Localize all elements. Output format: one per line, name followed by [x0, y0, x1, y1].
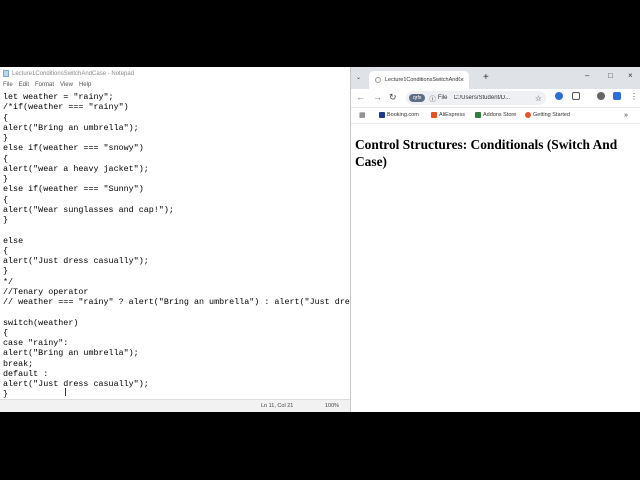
cursor-position: Ln 11, Col 21	[261, 403, 294, 409]
more-bookmarks-chevron-icon[interactable]: »	[624, 112, 628, 119]
code-line: */	[3, 276, 14, 287]
code-line: }	[3, 389, 9, 399]
code-line: break;	[3, 358, 34, 369]
code-line: alert("Just dress casually");	[3, 379, 149, 389]
bookmark-getting-started[interactable]: Getting Started	[525, 112, 570, 118]
notepad-titlebar[interactable]: Lecture1ConditionsSwitchAndCase - Notepa…	[0, 67, 350, 80]
close-window-icon[interactable]: ×	[628, 71, 633, 80]
code-line: }	[3, 133, 9, 143]
browser-window: ⌄ Lecture1ConditionsSwitchAndCase × + – …	[351, 67, 640, 412]
booking-icon	[379, 112, 385, 118]
notepad-title: Lecture1ConditionsSwitchAndCase - Notepa…	[12, 70, 135, 77]
extension-shield-icon[interactable]	[555, 92, 563, 100]
code-line: case "rainy":	[3, 338, 69, 348]
code-line: else if(weather === "snowy")	[3, 143, 144, 154]
menu-file[interactable]: File	[3, 82, 13, 88]
addons-store-icon	[475, 112, 481, 118]
code-line: // weather === "rainy" ? alert("Bring an…	[3, 297, 350, 307]
code-line: }	[3, 174, 9, 184]
tab-title: Lecture1ConditionsSwitchAndCase	[385, 77, 460, 83]
notepad-app-icon	[3, 70, 9, 77]
bookmark-booking[interactable]: Booking.com	[379, 112, 419, 118]
code-line: alert("Wear sunglasses and cap!");	[3, 204, 174, 215]
code-line: alert("Just dress casually");	[3, 256, 149, 266]
aliexpress-icon	[431, 112, 437, 118]
browser-page-content: Control Structures: Conditionals (Switch…	[351, 124, 640, 170]
extensions-puzzle-icon[interactable]	[572, 92, 580, 100]
menu-help[interactable]: Help	[79, 82, 91, 88]
bookmark-label: Getting Started	[533, 112, 570, 118]
tab-list-chevron-icon[interactable]: ⌄	[356, 74, 361, 81]
menu-kebab-icon[interactable]: ⋮	[630, 92, 638, 101]
notepad-editor[interactable]: let weather = "rainy"; /*if(weather === …	[0, 92, 350, 399]
bookmark-label: Booking.com	[387, 112, 419, 118]
code-line: else if(weather === "Sunny")	[3, 184, 144, 195]
security-shield-icon[interactable]	[613, 92, 621, 100]
browser-tab[interactable]: Lecture1ConditionsSwitchAndCase ×	[369, 71, 469, 89]
minimize-icon[interactable]: –	[585, 71, 589, 80]
maximize-icon[interactable]: □	[608, 71, 613, 80]
browser-tabbar: ⌄ Lecture1ConditionsSwitchAndCase × + – …	[351, 67, 640, 89]
zoom-level: 100%	[325, 403, 340, 409]
code-line: }	[3, 266, 9, 277]
code-line: //Tenary operator	[3, 286, 89, 297]
browser-toolbar: ← → ↻ qrfx ⓘ File C:/Users/Student/D... …	[351, 89, 640, 108]
code-line: alert("Bring an umbrella");	[3, 122, 139, 133]
notepad-statusbar: Ln 11, Col 21 100%	[0, 399, 350, 412]
apps-grid-icon[interactable]: ▦	[359, 111, 366, 119]
code-line: alert("Bring an umbrella");	[3, 348, 139, 359]
code-line: switch(weather)	[3, 317, 79, 328]
code-line: {	[3, 153, 9, 164]
menu-view[interactable]: View	[60, 82, 73, 88]
bookmark-label: AliExpress	[439, 112, 465, 118]
reload-icon[interactable]: ↻	[389, 92, 397, 103]
code-line: {	[3, 194, 9, 205]
omnibox-chip[interactable]: qrfx	[409, 94, 426, 102]
url-text: C:/Users/Student/D...	[453, 95, 511, 101]
bookmark-aliexpress[interactable]: AliExpress	[431, 112, 465, 118]
page-heading: Control Structures: Conditionals (Switch…	[355, 137, 618, 169]
address-bar[interactable]: qrfx ⓘ File C:/Users/Student/D... ☆	[406, 91, 546, 105]
info-icon[interactable]: ⓘ	[429, 93, 436, 103]
firefox-icon	[525, 112, 531, 118]
globe-icon	[375, 77, 381, 83]
menu-edit[interactable]: Edit	[19, 82, 29, 88]
code-line: /*if(weather === "rainy")	[3, 102, 129, 113]
code-line: default :	[3, 368, 49, 379]
bookmark-label: Addons Store	[483, 112, 517, 118]
code-line: {	[3, 327, 9, 338]
code-line: alert("wear a heavy jacket");	[3, 163, 149, 174]
back-arrow-icon[interactable]: ←	[356, 92, 365, 102]
code-line: {	[3, 245, 9, 256]
bookmarks-bar: ▦ Booking.com AliExpress Addons Store Ge…	[351, 108, 640, 124]
notepad-menubar: File Edit Format View Help	[0, 80, 350, 90]
desktop-screen: Lecture1ConditionsSwitchAndCase - Notepa…	[0, 67, 640, 412]
notepad-window: Lecture1ConditionsSwitchAndCase - Notepa…	[0, 67, 351, 412]
url-scheme: File	[437, 95, 448, 101]
new-tab-plus-icon[interactable]: +	[483, 72, 489, 83]
bookmark-addons-store[interactable]: Addons Store	[475, 112, 516, 118]
menu-format[interactable]: Format	[35, 82, 54, 88]
bookmark-star-icon[interactable]: ☆	[535, 94, 542, 103]
profile-avatar-icon[interactable]	[597, 92, 605, 100]
code-line: else	[3, 235, 24, 246]
code-line: {	[3, 112, 9, 123]
code-line: let weather = "rainy";	[3, 92, 114, 102]
text-cursor-icon	[65, 388, 66, 396]
code-line: }	[3, 215, 9, 225]
forward-arrow-icon[interactable]: →	[373, 92, 382, 102]
tab-close-icon[interactable]: ×	[460, 77, 464, 84]
